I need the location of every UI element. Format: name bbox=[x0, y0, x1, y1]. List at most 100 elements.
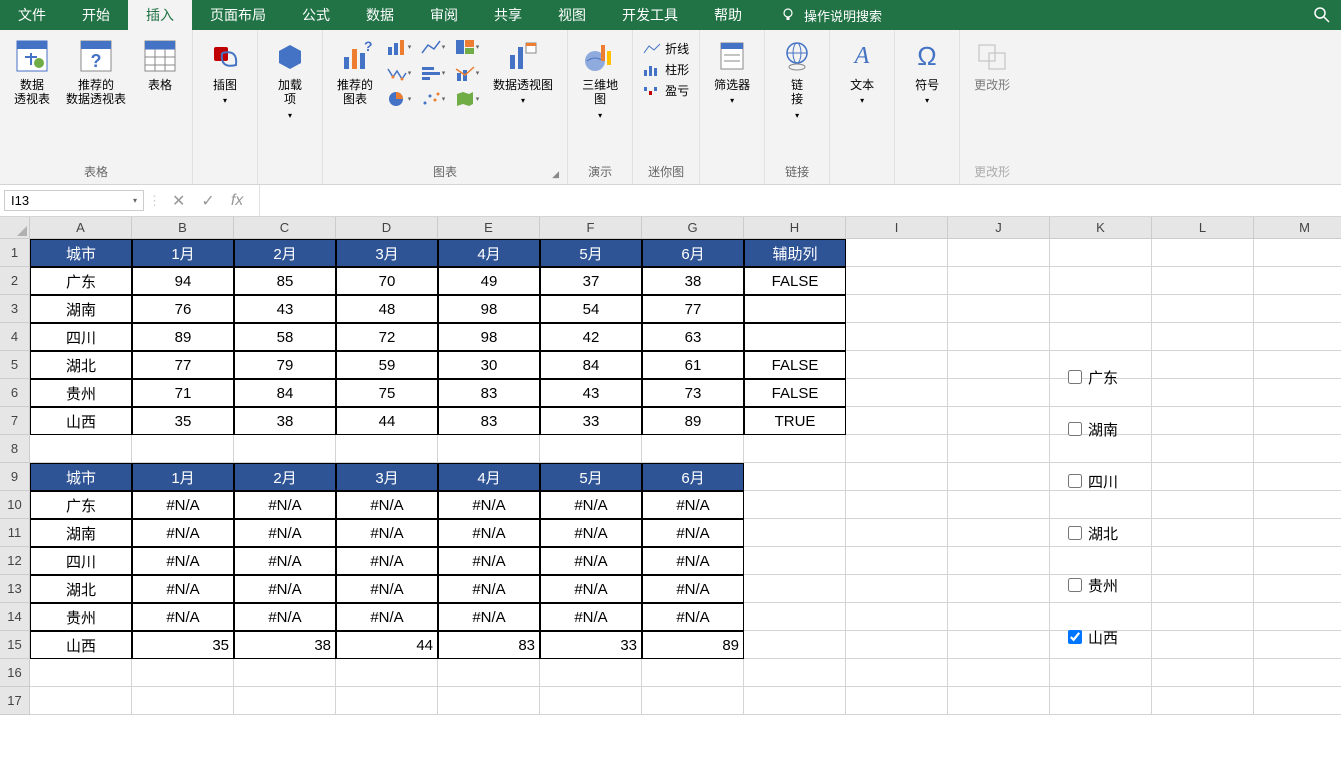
cell[interactable]: #N/A bbox=[540, 575, 642, 603]
map-chart-icon[interactable]: ▾ bbox=[453, 88, 481, 110]
cell[interactable] bbox=[1152, 463, 1254, 491]
cell[interactable]: 94 bbox=[132, 267, 234, 295]
cell[interactable] bbox=[846, 239, 948, 267]
pivot-chart-button[interactable]: 数据透视图▾ bbox=[485, 34, 561, 111]
cell[interactable]: #N/A bbox=[642, 491, 744, 519]
tab-开发工具[interactable]: 开发工具 bbox=[604, 0, 696, 30]
cell[interactable] bbox=[846, 267, 948, 295]
col-header-A[interactable]: A bbox=[30, 217, 132, 239]
cell[interactable] bbox=[30, 659, 132, 687]
tab-插入[interactable]: 插入 bbox=[128, 0, 192, 30]
cell[interactable]: 38 bbox=[642, 267, 744, 295]
checkbox-湖北[interactable]: 湖北 bbox=[1068, 507, 1118, 559]
cell[interactable] bbox=[234, 659, 336, 687]
cell[interactable]: #N/A bbox=[234, 491, 336, 519]
cell[interactable]: 84 bbox=[234, 379, 336, 407]
cell[interactable] bbox=[744, 463, 846, 491]
name-box[interactable]: I13 ▾ bbox=[4, 190, 144, 211]
cell[interactable] bbox=[1254, 239, 1341, 267]
cell[interactable]: 77 bbox=[132, 351, 234, 379]
cell[interactable]: 3月 bbox=[336, 463, 438, 491]
checkbox-input[interactable] bbox=[1068, 370, 1082, 384]
cell[interactable] bbox=[846, 491, 948, 519]
search-icon[interactable] bbox=[1313, 6, 1331, 24]
row-header-4[interactable]: 4 bbox=[0, 323, 30, 351]
cell[interactable] bbox=[1152, 407, 1254, 435]
cell[interactable] bbox=[846, 603, 948, 631]
cell[interactable] bbox=[438, 435, 540, 463]
cell[interactable]: 77 bbox=[642, 295, 744, 323]
scatter-chart-icon[interactable]: ▾ bbox=[419, 88, 447, 110]
cell[interactable] bbox=[1152, 519, 1254, 547]
cell[interactable] bbox=[1152, 659, 1254, 687]
cell[interactable]: #N/A bbox=[336, 575, 438, 603]
tab-文件[interactable]: 文件 bbox=[0, 0, 64, 30]
cell[interactable] bbox=[1254, 323, 1341, 351]
cell[interactable]: 79 bbox=[234, 351, 336, 379]
cell[interactable] bbox=[948, 659, 1050, 687]
cell[interactable] bbox=[744, 659, 846, 687]
cell[interactable]: #N/A bbox=[540, 547, 642, 575]
sparkline-winloss-button[interactable]: 盈亏 bbox=[639, 80, 693, 101]
tab-共享[interactable]: 共享 bbox=[476, 0, 540, 30]
cell[interactable] bbox=[642, 687, 744, 715]
cell[interactable]: 山西 bbox=[30, 631, 132, 659]
cell[interactable]: 1月 bbox=[132, 463, 234, 491]
cell[interactable] bbox=[1254, 687, 1341, 715]
cell[interactable] bbox=[846, 407, 948, 435]
col-header-G[interactable]: G bbox=[642, 217, 744, 239]
row-header-16[interactable]: 16 bbox=[0, 659, 30, 687]
cell[interactable] bbox=[744, 295, 846, 323]
cell[interactable] bbox=[1050, 659, 1152, 687]
cell[interactable] bbox=[948, 547, 1050, 575]
cell[interactable] bbox=[744, 631, 846, 659]
enter-icon[interactable]: ✓ bbox=[201, 191, 214, 211]
fx-icon[interactable]: fx bbox=[231, 192, 243, 210]
cell[interactable] bbox=[1254, 491, 1341, 519]
cell[interactable]: 湖北 bbox=[30, 351, 132, 379]
cell[interactable] bbox=[1254, 603, 1341, 631]
cell[interactable]: 75 bbox=[336, 379, 438, 407]
cell[interactable]: 3月 bbox=[336, 239, 438, 267]
cell[interactable] bbox=[1254, 575, 1341, 603]
cell[interactable] bbox=[336, 687, 438, 715]
text-button[interactable]: A 文本▾ bbox=[836, 34, 888, 111]
cell[interactable] bbox=[948, 463, 1050, 491]
pivot-table-button[interactable]: 数据 透视表 bbox=[6, 34, 58, 111]
cell[interactable] bbox=[744, 519, 846, 547]
cell[interactable] bbox=[1254, 267, 1341, 295]
cell[interactable]: 5月 bbox=[540, 239, 642, 267]
cell[interactable] bbox=[336, 435, 438, 463]
cell[interactable] bbox=[846, 687, 948, 715]
col-header-E[interactable]: E bbox=[438, 217, 540, 239]
sparkline-line-button[interactable]: 折线 bbox=[639, 38, 693, 59]
cell[interactable] bbox=[744, 603, 846, 631]
column-chart-icon[interactable]: ▾ bbox=[385, 36, 413, 58]
cell[interactable]: 35 bbox=[132, 407, 234, 435]
cell[interactable]: 63 bbox=[642, 323, 744, 351]
cell[interactable] bbox=[1152, 295, 1254, 323]
cell[interactable]: 71 bbox=[132, 379, 234, 407]
cell[interactable]: 49 bbox=[438, 267, 540, 295]
cell[interactable] bbox=[132, 687, 234, 715]
row-header-5[interactable]: 5 bbox=[0, 351, 30, 379]
cell[interactable]: 湖南 bbox=[30, 519, 132, 547]
cell[interactable]: 辅助列 bbox=[744, 239, 846, 267]
cell[interactable]: #N/A bbox=[336, 519, 438, 547]
cell[interactable] bbox=[1254, 435, 1341, 463]
cell[interactable] bbox=[1254, 659, 1341, 687]
cell[interactable] bbox=[846, 519, 948, 547]
dialog-launcher-icon[interactable]: ◢ bbox=[552, 169, 559, 180]
cell[interactable]: 83 bbox=[438, 407, 540, 435]
cell[interactable]: #N/A bbox=[438, 575, 540, 603]
cell[interactable] bbox=[846, 547, 948, 575]
row-header-17[interactable]: 17 bbox=[0, 687, 30, 715]
cell[interactable] bbox=[1152, 631, 1254, 659]
row-header-15[interactable]: 15 bbox=[0, 631, 30, 659]
cell[interactable]: 44 bbox=[336, 407, 438, 435]
cell[interactable] bbox=[438, 687, 540, 715]
cell[interactable]: 5月 bbox=[540, 463, 642, 491]
checkbox-山西[interactable]: 山西 bbox=[1068, 611, 1118, 663]
cell[interactable]: 1月 bbox=[132, 239, 234, 267]
cell[interactable] bbox=[1254, 295, 1341, 323]
